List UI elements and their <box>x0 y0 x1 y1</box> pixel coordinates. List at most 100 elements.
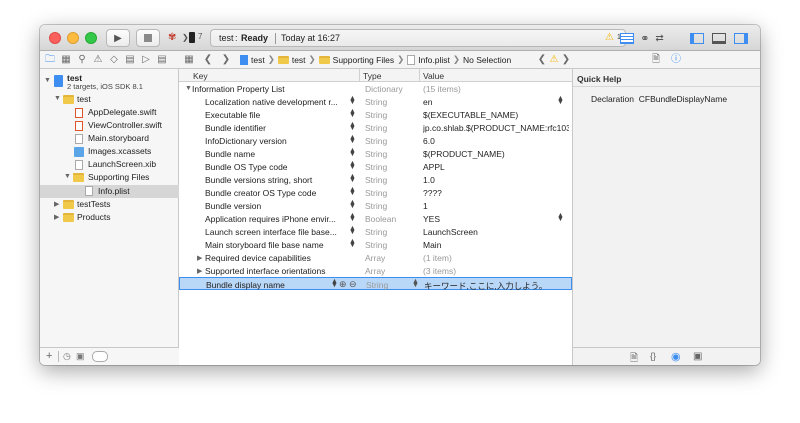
tree-item-group[interactable]: ▶ Products <box>40 212 179 224</box>
plist-row[interactable]: Bundle version ▲ ▼ String 1 <box>179 199 572 212</box>
find-navigator-icon[interactable]: ⚲ <box>76 54 88 66</box>
assistant-editor-icon[interactable]: ⚭ <box>640 32 649 45</box>
key-stepper[interactable]: ▲ ▼ <box>349 121 356 132</box>
run-button[interactable]: ▶ <box>106 29 130 47</box>
value-popup-stepper[interactable]: ▲ ▼ <box>557 95 564 106</box>
source-control-filter-icon[interactable]: ▣ <box>76 351 85 362</box>
tree-item-file[interactable]: ViewController.swift <box>40 120 179 132</box>
plist-row[interactable]: Main storyboard file base name ▲ ▼ String Ma… <box>179 238 572 251</box>
key-stepper[interactable]: ▲ ▼ <box>349 186 356 197</box>
plist-row-root[interactable]: ▼ Information Property List Dictionary (… <box>179 82 572 95</box>
warning-icon[interactable]: ⚠ <box>548 54 560 66</box>
plist-row[interactable]: Bundle name ▲ ▼ String $(PRODUCT_NAME) <box>179 147 572 160</box>
jump-group[interactable]: test <box>292 55 306 65</box>
plist-value[interactable]: 6.0 <box>423 136 569 146</box>
column-header-key[interactable]: Key <box>193 71 208 81</box>
device-iphone-icon[interactable] <box>189 32 195 43</box>
plist-row[interactable]: InfoDictionary version ▲ ▼ String 6.0 <box>179 134 572 147</box>
disclosure-open-icon[interactable]: ▼ <box>64 173 71 180</box>
disclosure-closed-icon[interactable]: ▶ <box>54 213 59 221</box>
plist-value[interactable]: (3 items) <box>423 266 569 276</box>
plist-row[interactable]: ▶ Required device capabilities Array (1 ite… <box>179 251 572 264</box>
previous-issue-icon[interactable]: ❮ <box>536 54 548 66</box>
recent-files-icon[interactable]: ◷ <box>63 351 71 362</box>
plist-row[interactable]: Localization native development r... ▲ ▼ St… <box>179 95 572 108</box>
disclosure-closed-icon[interactable]: ▶ <box>197 267 202 275</box>
disclosure-closed-icon[interactable]: ▶ <box>54 200 59 208</box>
plist-row[interactable]: Application requires iPhone envir... ▲ ▼ Bo… <box>179 212 572 225</box>
plist-value[interactable]: YES <box>423 214 569 224</box>
column-divider[interactable] <box>419 69 420 82</box>
forward-icon[interactable]: ❯ <box>220 54 232 66</box>
plist-value[interactable]: Main <box>423 240 569 250</box>
add-icon[interactable]: + <box>46 350 52 362</box>
plist-row-selected[interactable]: Bundle display name ▲ ▼ ⊕ ⊖ ▲ ▼ String キーワード,ここに… <box>179 277 572 292</box>
filter-field[interactable] <box>92 351 108 362</box>
symbol-navigator-icon[interactable]: ▦ <box>60 54 72 66</box>
jump-project[interactable]: test <box>251 55 265 65</box>
plist-row[interactable]: Launch screen interface file base... ▲ ▼ St… <box>179 225 572 238</box>
scheme-app-icon[interactable]: ✾ <box>168 32 176 43</box>
tree-item-file[interactable]: Main.storyboard <box>40 133 179 145</box>
test-navigator-icon[interactable]: ◇ <box>108 54 120 66</box>
plist-value[interactable]: $(EXECUTABLE_NAME) <box>423 110 569 120</box>
plist-value[interactable]: $(PRODUCT_NAME) <box>423 149 569 159</box>
tree-item-group[interactable]: ▼ test <box>40 94 179 106</box>
plist-value[interactable]: LaunchScreen <box>423 227 569 237</box>
plist-row[interactable]: ▶ Supported interface orientations Array (3… <box>179 264 572 277</box>
disclosure-open-icon[interactable]: ▼ <box>185 85 192 92</box>
plist-value[interactable]: (1 item) <box>423 253 569 263</box>
key-stepper[interactable]: ▲ ▼ <box>349 225 356 236</box>
key-stepper[interactable]: ▲ ▼ <box>349 160 356 171</box>
plist-value[interactable]: 1.0 <box>423 175 569 185</box>
jump-subgroup[interactable]: Supporting Files <box>333 55 394 65</box>
key-stepper[interactable]: ▲ ▼ <box>349 134 356 145</box>
jump-selection[interactable]: No Selection <box>463 55 511 65</box>
related-items-icon[interactable]: ▦ <box>183 54 195 66</box>
plist-value[interactable]: APPL <box>423 162 569 172</box>
key-stepper[interactable]: ▲ ▼ <box>349 108 356 119</box>
remove-row-icon[interactable]: ⊖ <box>349 279 357 290</box>
report-navigator-icon[interactable]: ▤ <box>156 54 168 66</box>
key-stepper[interactable]: ▲ ▼ <box>349 173 356 184</box>
key-stepper[interactable]: ▲ ▼ <box>349 199 356 210</box>
utilities-toggle-icon[interactable] <box>734 32 748 44</box>
value-popup-stepper[interactable]: ▲ ▼ <box>557 212 564 223</box>
media-library-icon[interactable]: ▣ <box>693 351 702 362</box>
plist-row[interactable]: Bundle identifier ▲ ▼ String jp.co.shlab.$(P… <box>179 121 572 134</box>
jump-file[interactable]: Info.plist <box>418 55 450 65</box>
plist-row[interactable]: Bundle creator OS Type code ▲ ▼ String???? <box>179 186 572 199</box>
plist-row[interactable]: Bundle OS Type code ▲ ▼ String APPL <box>179 160 572 173</box>
project-navigator-icon[interactable]: 🗀 <box>44 54 56 66</box>
plist-value[interactable]: キーワード,ここに,入力しよう。 <box>424 280 570 292</box>
file-template-library-icon[interactable]: 🗎 <box>630 351 638 365</box>
version-editor-icon[interactable]: ⇄ <box>655 33 663 44</box>
warning-icon[interactable]: ⚠ <box>605 32 614 43</box>
tree-item-file-selected[interactable]: Info.plist <box>40 185 179 198</box>
key-stepper[interactable]: ▲ ▼ <box>349 212 356 223</box>
plist-row[interactable]: Bundle versions string, short ▲ ▼ String 1.0 <box>179 173 572 186</box>
column-header-value[interactable]: Value <box>423 71 444 81</box>
add-row-icon[interactable]: ⊕ <box>339 279 347 290</box>
key-stepper[interactable]: ▲ ▼ <box>331 278 338 289</box>
standard-editor-icon[interactable] <box>620 32 635 44</box>
navigator-toggle-icon[interactable] <box>690 32 704 44</box>
stop-button[interactable] <box>136 29 160 47</box>
quick-help-icon[interactable]: ⓘ <box>670 54 682 66</box>
tree-item-file[interactable]: Images.xcassets <box>40 146 179 158</box>
tree-item-group[interactable]: ▼ Supporting Files <box>40 172 179 184</box>
disclosure-open-icon[interactable]: ▼ <box>44 77 51 84</box>
back-icon[interactable]: ❮ <box>202 54 214 66</box>
file-inspector-icon[interactable]: 🗎 <box>650 54 662 66</box>
disclosure-open-icon[interactable]: ▼ <box>54 95 61 102</box>
minimize-window-button[interactable] <box>67 32 79 44</box>
column-divider[interactable] <box>359 69 360 82</box>
zoom-window-button[interactable] <box>85 32 97 44</box>
tree-item-group[interactable]: ▶ testTests <box>40 199 179 211</box>
plist-value[interactable]: jp.co.shlab.$(PRODUCT_NAME:rfc103 <box>423 123 569 133</box>
key-stepper[interactable]: ▲ ▼ <box>349 238 356 249</box>
column-header-type[interactable]: Type <box>363 71 381 81</box>
plist-value[interactable]: 1 <box>423 201 569 211</box>
debug-area-toggle-icon[interactable] <box>712 32 726 44</box>
plist-value[interactable]: ???? <box>423 188 569 198</box>
